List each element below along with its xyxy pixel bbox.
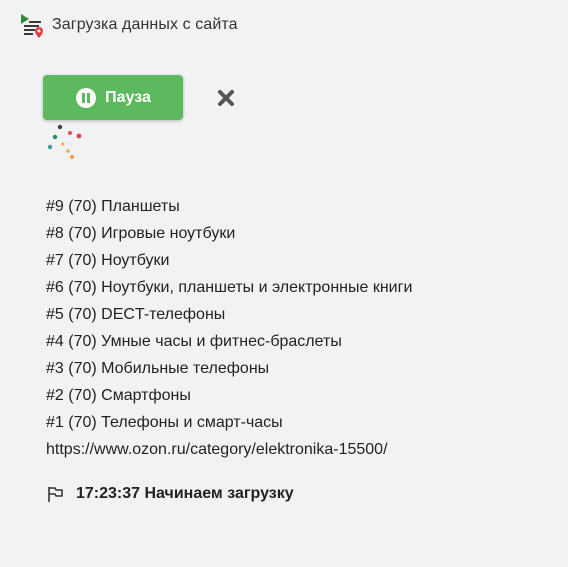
close-x-icon [217, 89, 235, 112]
log-line: #7 (70) Ноутбуки [46, 252, 170, 269]
log-line: #5 (70) DECT-телефоны [46, 306, 226, 323]
log-line: #9 (70) Планшеты [46, 198, 180, 215]
status-line: 17:23:37 Начинаем загрузку [46, 482, 294, 506]
pause-button-label: Пауза [105, 88, 151, 106]
list-play-location-icon [20, 12, 46, 38]
log-line: #2 (70) Смартфоны [46, 387, 191, 404]
status-text: 17:23:37 Начинаем загрузку [76, 485, 294, 502]
loading-dots-spinner-icon [45, 124, 85, 162]
log-line: #1 (70) Телефоны и смарт-часы [46, 414, 283, 431]
log-line: #8 (70) Игровые ноутбуки [46, 225, 236, 242]
log-line: #4 (70) Умные часы и фитнес-браслеты [46, 333, 342, 350]
header: Загрузка данных с сайта [20, 12, 238, 38]
pause-circle-icon [75, 87, 97, 109]
log-list: #9 (70) Планшеты #8 (70) Игровые ноутбук… [46, 193, 412, 463]
close-button[interactable] [216, 89, 236, 112]
log-url-line: https://www.ozon.ru/category/elektronika… [46, 441, 388, 458]
flag-icon [46, 485, 64, 503]
pause-button[interactable]: Пауза [43, 75, 183, 120]
page-title: Загрузка данных с сайта [52, 16, 238, 33]
log-line: #6 (70) Ноутбуки, планшеты и электронные… [46, 279, 413, 296]
log-line: #3 (70) Мобильные телефоны [46, 360, 270, 377]
